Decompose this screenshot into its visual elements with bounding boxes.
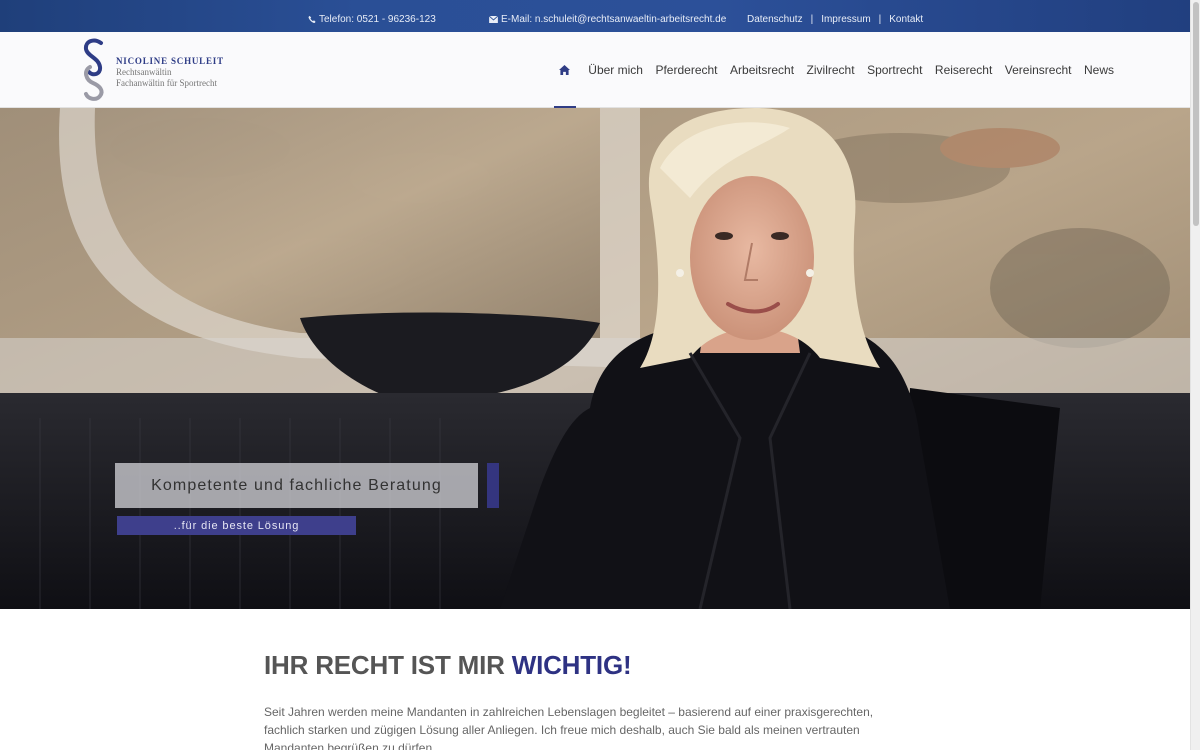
nav-ueber-mich[interactable]: Über mich <box>588 32 643 108</box>
nav-vereinsrecht[interactable]: Vereinsrecht <box>1005 32 1072 108</box>
page-scrollbar[interactable] <box>1190 0 1200 750</box>
link-kontakt[interactable]: Kontakt <box>889 14 923 25</box>
phone-text: Telefon: 0521 - 96236-123 <box>319 14 436 25</box>
phone-icon <box>308 15 316 24</box>
email-text: E-Mail: n.schuleit@rechtsanwaeltin-arbei… <box>501 14 727 25</box>
link-impressum[interactable]: Impressum <box>821 14 870 25</box>
nav-arbeitsrecht[interactable]: Arbeitsrecht <box>730 32 794 108</box>
phone-info[interactable]: Telefon: 0521 - 96236-123 <box>308 14 436 25</box>
home-icon <box>559 65 571 75</box>
logo-title-1: Rechtsanwältin <box>116 66 172 77</box>
separator: | <box>878 14 882 25</box>
utility-links: Datenschutz | Impressum | Kontakt <box>747 14 923 25</box>
main-navigation: Über mich Pferderecht Arbeitsrecht Zivil… <box>553 32 1114 109</box>
separator: | <box>810 14 814 25</box>
intro-text: Seit Jahren werden meine Mandanten in za… <box>264 705 874 750</box>
headline-accent: WICHTIG! <box>511 650 632 680</box>
nav-zivilrecht[interactable]: Zivilrecht <box>807 32 855 108</box>
email-info[interactable]: E-Mail: n.schuleit@rechtsanwaeltin-arbei… <box>489 14 726 25</box>
nav-home[interactable] <box>553 32 576 109</box>
section-sign-logo-icon <box>83 38 104 101</box>
headline-main: IHR RECHT IST MIR <box>264 650 512 680</box>
hero-slider: Kompetente und fachliche Beratung ..für … <box>0 108 1190 609</box>
logo-title-2: Fachanwältin für Sportrecht <box>116 77 217 88</box>
page-headline: IHR RECHT IST MIR WICHTIG! <box>264 650 924 681</box>
nav-reiserecht[interactable]: Reiserecht <box>935 32 992 108</box>
nav-news[interactable]: News <box>1084 32 1114 108</box>
nav-sportrecht[interactable]: Sportrecht <box>867 32 922 108</box>
link-datenschutz[interactable]: Datenschutz <box>747 14 803 25</box>
scrollbar-thumb[interactable] <box>1193 2 1199 226</box>
site-logo[interactable]: NICOLINE SCHULEIT Rechtsanwältin Fachanw… <box>80 38 224 102</box>
site-header: NICOLINE SCHULEIT Rechtsanwältin Fachanw… <box>0 32 1190 109</box>
hero-caption-title: Kompetente und fachliche Beratung <box>115 463 478 508</box>
top-contact-bar: Telefon: 0521 - 96236-123 E-Mail: n.schu… <box>0 0 1190 32</box>
envelope-icon <box>489 16 498 23</box>
hero-caption-accent <box>487 463 499 508</box>
intro-section: IHR RECHT IST MIR WICHTIG! Seit Jahren w… <box>264 650 924 750</box>
logo-name: NICOLINE SCHULEIT <box>116 55 224 66</box>
hero-caption-subtitle: ..für die beste Lösung <box>117 516 356 535</box>
nav-pferderecht[interactable]: Pferderecht <box>655 32 717 108</box>
